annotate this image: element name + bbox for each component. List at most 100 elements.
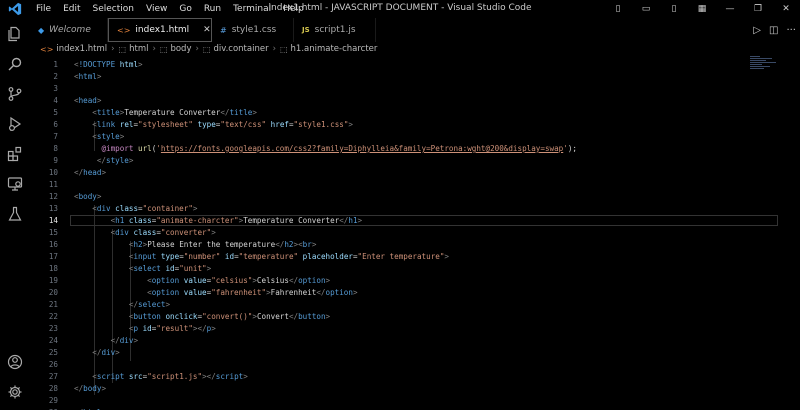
code-line[interactable]: 22 <button onclick="convert()">Convert</… (30, 311, 800, 323)
layout-sidebar-icon[interactable]: ▯ (604, 4, 632, 14)
settings-gear-icon[interactable] (5, 382, 25, 402)
explorer-icon[interactable] (5, 24, 25, 44)
code-text: <p id="result"></p> (128, 324, 216, 333)
line-number: 23 (48, 324, 58, 333)
html-tag-icon: ⬚ (118, 44, 127, 54)
line-number: 9 (53, 156, 58, 165)
restore-button[interactable]: ❐ (744, 4, 772, 14)
line-number: 25 (48, 348, 58, 357)
code-line[interactable]: 10 </head> (30, 167, 800, 179)
breadcrumb-item[interactable]: index1.html (56, 44, 107, 54)
menu-item-go[interactable]: Go (173, 4, 197, 14)
line-number: 5 (53, 108, 58, 117)
chevron-right-icon: › (195, 44, 199, 54)
breadcrumb-item[interactable]: div.container (213, 44, 268, 54)
menu-item-view[interactable]: View (140, 4, 173, 14)
extensions-icon[interactable] (5, 144, 25, 164)
line-number: 13 (48, 204, 58, 213)
html-icon: <> (117, 25, 131, 35)
code-line[interactable]: 28 </body> (30, 383, 800, 395)
line-number: 3 (53, 84, 58, 93)
code-line[interactable]: 11 (30, 179, 800, 191)
split-editor-icon[interactable]: ◫ (769, 25, 778, 36)
line-number: 28 (48, 384, 58, 393)
activity-bar (0, 18, 30, 410)
code-text: </head> (74, 168, 107, 177)
tab-index1-html[interactable]: <> index1.html ✕ (108, 18, 212, 42)
code-line[interactable]: 8 @import url('https://fonts.googleapis.… (30, 143, 800, 155)
code-line[interactable]: 21 </select> (30, 299, 800, 311)
code-text: <!DOCTYPE html> (74, 60, 143, 69)
line-number: 17 (48, 252, 58, 261)
close-window-button[interactable]: ✕ (772, 4, 800, 14)
remote-explorer-icon[interactable] (5, 174, 25, 194)
code-text: <head> (74, 96, 102, 105)
tab-style1-css[interactable]: # style1.css (212, 18, 294, 42)
menu-item-file[interactable]: File (30, 4, 57, 14)
code-line[interactable]: 23 <p id="result"></p> (30, 323, 800, 335)
code-line[interactable]: 4 <head> (30, 95, 800, 107)
breadcrumb-item[interactable]: body (170, 44, 191, 54)
code-line[interactable]: 16 <h2>Please Enter the temperature</h2>… (30, 239, 800, 251)
line-number: 15 (48, 228, 58, 237)
code-line[interactable]: 15 <div class="converter"> (30, 227, 800, 239)
testing-flask-icon[interactable] (5, 204, 25, 224)
code-line[interactable]: 13 <div class="container"> (30, 203, 800, 215)
code-line[interactable]: 18 <select id="unit"> (30, 263, 800, 275)
tab-welcome[interactable]: ◆ Welcome (30, 18, 108, 42)
vertical-scrollbar[interactable] (792, 56, 800, 410)
code-text: </body> (74, 384, 107, 393)
layout-secondary-icon[interactable]: ▯ (660, 4, 688, 14)
breadcrumb-item[interactable]: h1.animate-charcter (291, 44, 378, 54)
more-actions-icon[interactable]: ··· (786, 25, 796, 36)
line-number: 4 (53, 96, 58, 105)
code-line[interactable]: 26 (30, 359, 800, 371)
run-play-icon[interactable]: ▷ (753, 25, 761, 36)
line-number: 2 (53, 72, 58, 81)
code-editor[interactable]: 1 <!DOCTYPE html> 2 <html> 3 4 <head> 5 <title>… (30, 56, 800, 410)
breadcrumb-item[interactable]: html (129, 44, 148, 54)
search-icon[interactable] (5, 54, 25, 74)
account-icon[interactable] (5, 352, 25, 372)
code-line[interactable]: 24 </div> (30, 335, 800, 347)
menu-item-terminal[interactable]: Terminal (227, 4, 277, 14)
code-line[interactable]: 1 <!DOCTYPE html> (30, 59, 800, 71)
tab-label: script1.js (314, 25, 356, 35)
tab-script1-js[interactable]: JS script1.js (294, 18, 376, 42)
minimap[interactable] (750, 56, 780, 76)
layout-panel-icon[interactable]: ▭ (632, 4, 660, 14)
code-line[interactable]: 7 <style> (30, 131, 800, 143)
code-line[interactable]: 6 <link rel="stylesheet" type="text/css"… (30, 119, 800, 131)
code-line[interactable]: 14 <h1 class="animate-charcter">Temperat… (30, 215, 800, 227)
close-tab-icon[interactable]: ✕ (203, 25, 211, 35)
menu-item-selection[interactable]: Selection (87, 4, 140, 14)
menu-item-edit[interactable]: Edit (57, 4, 86, 14)
code-line[interactable]: 20 <option value="fahrenheit">Fahrenheit… (30, 287, 800, 299)
code-line[interactable]: 29 (30, 395, 800, 407)
layout-customize-icon[interactable]: ▦ (688, 4, 716, 14)
editor-tab-bar: ◆ Welcome <> index1.html ✕ # style1.css … (30, 18, 800, 42)
menu-item-run[interactable]: Run (198, 4, 227, 14)
menu-item-help[interactable]: Help (277, 4, 310, 14)
code-text: <html> (74, 72, 102, 81)
run-debug-icon[interactable] (5, 114, 25, 134)
code-line[interactable]: 3 (30, 83, 800, 95)
code-line[interactable]: 19 <option value="celsius">Celsius</opti… (30, 275, 800, 287)
css-hash-icon: # (220, 25, 227, 35)
line-number: 1 (53, 60, 58, 69)
code-line[interactable]: 2 <html> (30, 71, 800, 83)
code-line[interactable]: 5 <title>Temperature Converter</title> (30, 107, 800, 119)
code-text: <script src="script1.js"></script> (92, 372, 248, 381)
editor-actions: ▷ ◫ ··· (753, 18, 796, 42)
code-text: <title>Temperature Converter</title> (92, 108, 257, 117)
code-line[interactable]: 9 </style> (30, 155, 800, 167)
source-control-icon[interactable] (5, 84, 25, 104)
code-line[interactable]: 27 <script src="script1.js"></script> (30, 371, 800, 383)
code-line[interactable]: 25 </div> (30, 347, 800, 359)
line-number: 22 (48, 312, 58, 321)
tab-label: index1.html (135, 25, 190, 35)
chevron-right-icon: › (152, 44, 156, 54)
minimize-button[interactable]: — (716, 4, 744, 14)
code-line[interactable]: 17 <input type="number" id="temperature"… (30, 251, 800, 263)
code-line[interactable]: 12 <body> (30, 191, 800, 203)
